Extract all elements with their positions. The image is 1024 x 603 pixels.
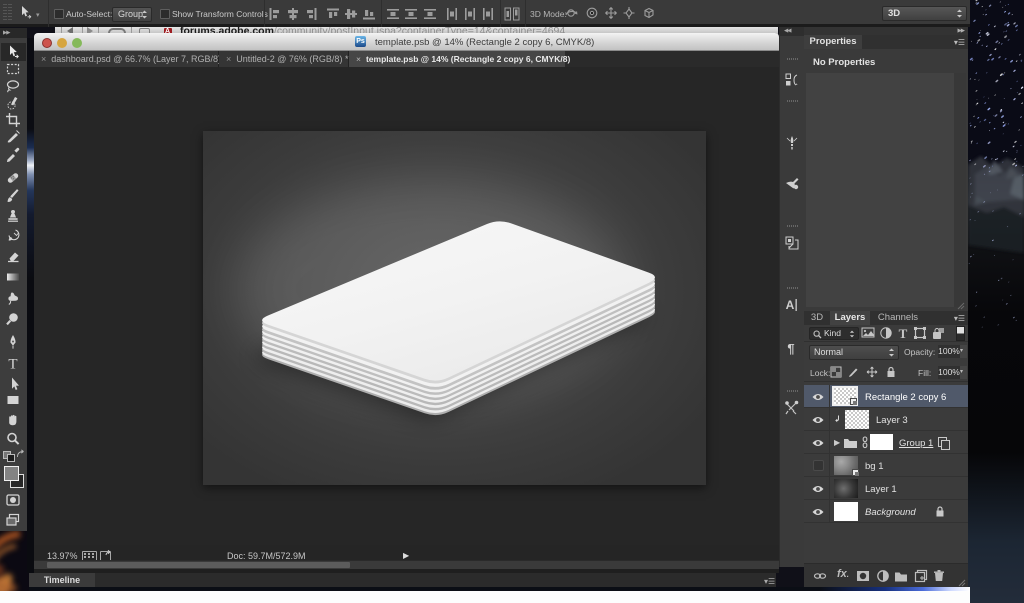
svg-text:T: T [8, 357, 17, 372]
svg-text:T: T [899, 326, 908, 340]
svg-text:¶: ¶ [787, 341, 794, 356]
svg-text:A: A [786, 298, 795, 312]
